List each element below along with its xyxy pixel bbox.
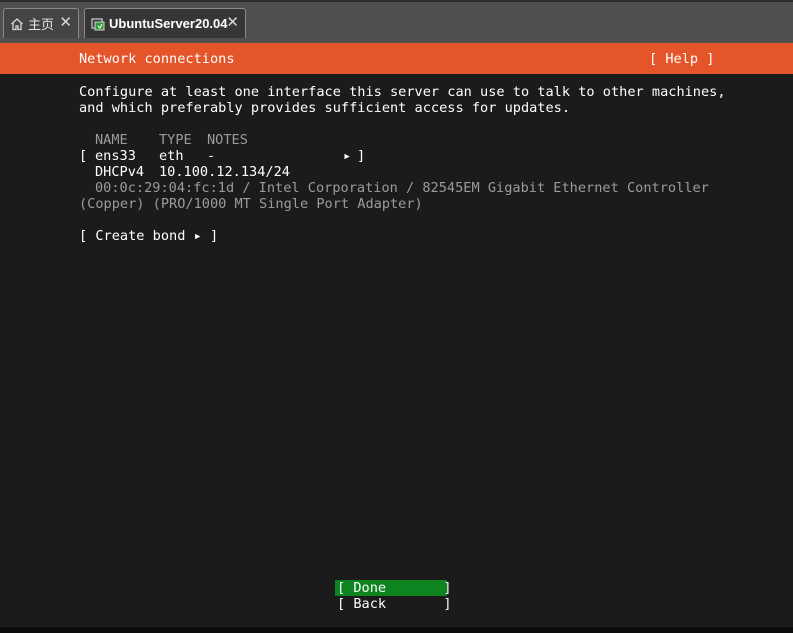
dhcp-label: DHCPv4	[95, 164, 145, 180]
page-title: Network connections	[79, 51, 235, 67]
hardware-info-line-2: (Copper) (PRO/1000 MT Single Port Adapte…	[79, 196, 423, 212]
tab-vm-label: UbuntuServer20.04	[109, 16, 228, 31]
vm-icon	[91, 17, 105, 31]
intro-line-1: Configure at least one interface this se…	[79, 84, 726, 100]
help-button[interactable]: [ Help ]	[649, 51, 714, 67]
tab-home[interactable]: 主页 ✕	[3, 8, 79, 38]
close-icon[interactable]: ✕	[59, 14, 72, 32]
intro-line-2: and which preferably provides sufficient…	[79, 100, 571, 116]
create-bond-button[interactable]: [ Create bond ▸ ]	[79, 228, 218, 244]
bottom-strip	[0, 627, 793, 633]
header-bar: Network connections [ Help ]	[0, 43, 793, 74]
column-header-notes: NOTES	[207, 132, 248, 148]
ip-address: 10.100.12.134/24	[159, 164, 290, 180]
interface-notes: -	[207, 148, 216, 164]
interface-name: ens33	[95, 148, 136, 164]
done-button[interactable]: [ Done ]	[337, 580, 452, 596]
home-icon	[10, 17, 24, 31]
close-icon[interactable]: ✕	[226, 14, 239, 32]
installer-screen: Network connections [ Help ] Configure a…	[0, 43, 793, 627]
row-bracket-open: [	[79, 148, 88, 164]
tab-home-label: 主页	[28, 17, 55, 32]
interface-type: eth	[159, 148, 184, 164]
back-button[interactable]: [ Back ]	[337, 596, 452, 612]
vmware-tab-bar: 主页 ✕ UbuntuServer20.04 ✕	[0, 0, 793, 43]
tab-ubuntu-server[interactable]: UbuntuServer20.04 ✕	[84, 8, 246, 38]
column-header-name: NAME	[95, 132, 128, 148]
hardware-info-line-1: 00:0c:29:04:fc:1d / Intel Corporation / …	[95, 180, 709, 196]
column-header-type: TYPE	[159, 132, 192, 148]
arrow-right-icon[interactable]: ▸	[343, 148, 351, 164]
row-bracket-close: ]	[357, 148, 366, 164]
